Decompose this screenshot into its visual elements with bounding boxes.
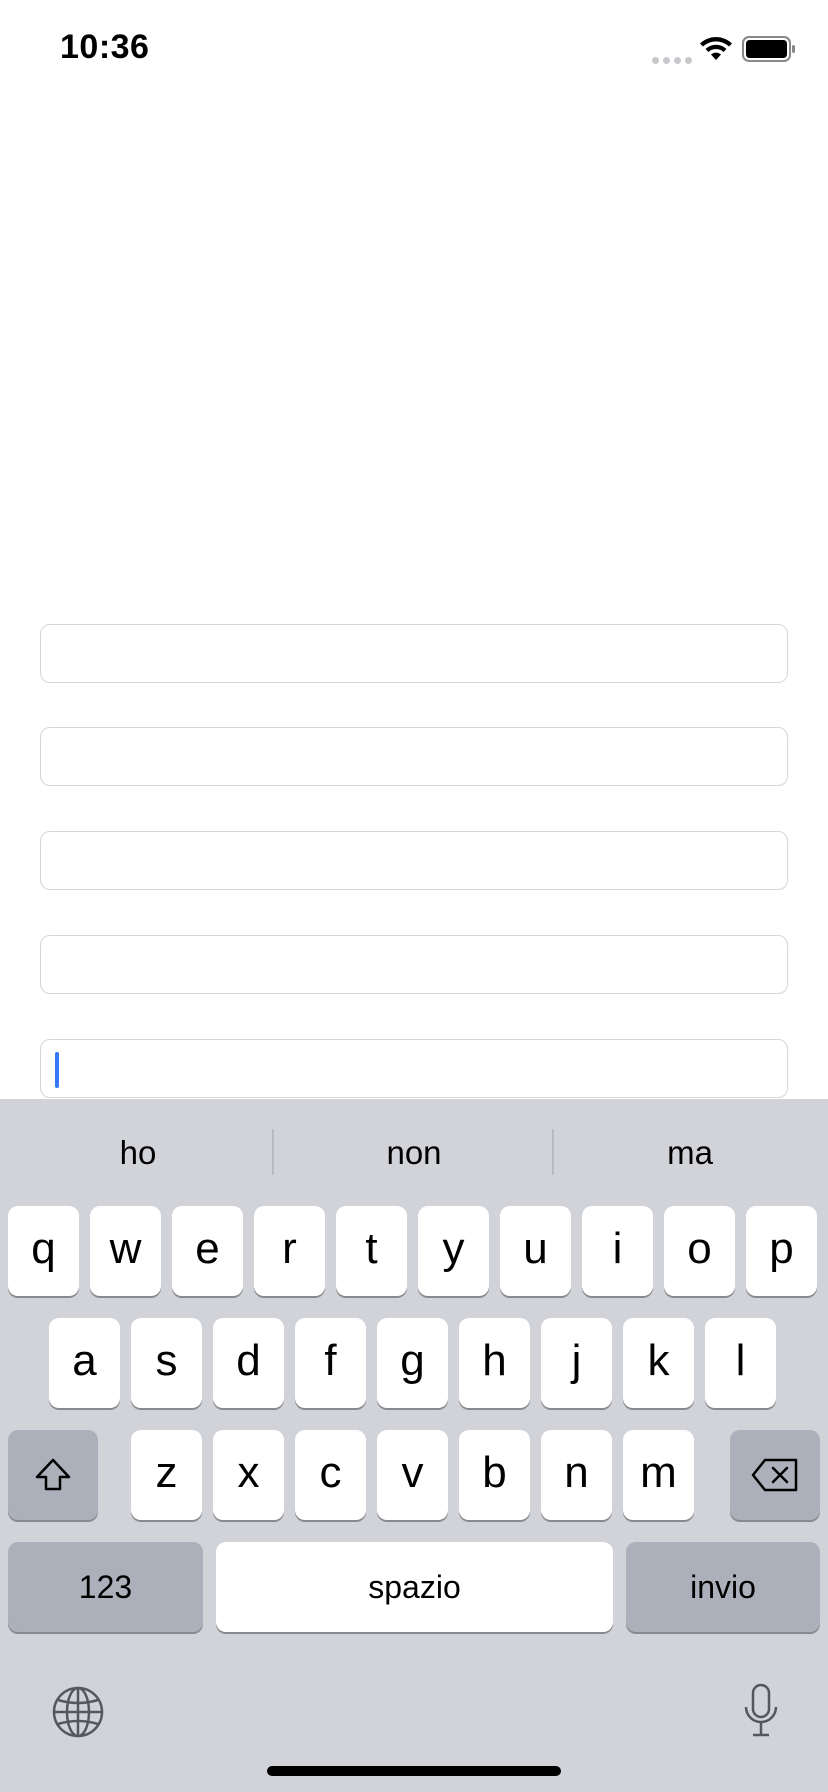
status-bar: 10:36 (0, 0, 828, 100)
key-o[interactable]: o (664, 1206, 735, 1296)
text-input-3[interactable] (41, 832, 787, 889)
key-a[interactable]: a (49, 1318, 120, 1408)
key-p[interactable]: p (746, 1206, 817, 1296)
wifi-icon (700, 37, 732, 60)
shift-key[interactable] (8, 1430, 98, 1520)
text-input-4[interactable] (41, 936, 787, 993)
key-k[interactable]: k (623, 1318, 694, 1408)
numbers-key[interactable]: 123 (8, 1542, 203, 1632)
key-v[interactable]: v (377, 1430, 448, 1520)
key-r[interactable]: r (254, 1206, 325, 1296)
suggestion-3[interactable]: ma (552, 1099, 828, 1199)
key-b[interactable]: b (459, 1430, 530, 1520)
key-d[interactable]: d (213, 1318, 284, 1408)
space-key[interactable]: spazio (216, 1542, 613, 1632)
key-s[interactable]: s (131, 1318, 202, 1408)
key-x[interactable]: x (213, 1430, 284, 1520)
suggestion-1[interactable]: ho (0, 1099, 276, 1199)
return-key[interactable]: invio (626, 1542, 820, 1632)
key-z[interactable]: z (131, 1430, 202, 1520)
text-field-3[interactable] (40, 831, 788, 890)
key-m[interactable]: m (623, 1430, 694, 1520)
key-q[interactable]: q (8, 1206, 79, 1296)
key-c[interactable]: c (295, 1430, 366, 1520)
key-h[interactable]: h (459, 1318, 530, 1408)
key-y[interactable]: y (418, 1206, 489, 1296)
key-n[interactable]: n (541, 1430, 612, 1520)
text-field-5-focused[interactable] (40, 1039, 788, 1098)
key-u[interactable]: u (500, 1206, 571, 1296)
shift-icon (35, 1458, 71, 1491)
text-input-2[interactable] (41, 728, 787, 785)
suggestion-divider (272, 1129, 274, 1175)
globe-icon[interactable] (51, 1685, 105, 1739)
suggestion-bar: ho non ma (0, 1099, 828, 1199)
key-i[interactable]: i (582, 1206, 653, 1296)
text-field-2[interactable] (40, 727, 788, 786)
delete-key[interactable] (730, 1430, 820, 1520)
battery-icon (742, 36, 795, 62)
key-w[interactable]: w (90, 1206, 161, 1296)
keyboard: ho non ma q w e r t y u i o p a s d f g … (0, 1099, 828, 1792)
key-t[interactable]: t (336, 1206, 407, 1296)
text-field-1[interactable] (40, 624, 788, 683)
key-e[interactable]: e (172, 1206, 243, 1296)
status-time: 10:36 (60, 28, 150, 66)
suggestion-2[interactable]: non (276, 1099, 552, 1199)
key-f[interactable]: f (295, 1318, 366, 1408)
microphone-icon[interactable] (741, 1683, 781, 1741)
key-j[interactable]: j (541, 1318, 612, 1408)
cellular-signal-icon (652, 51, 696, 69)
key-l[interactable]: l (705, 1318, 776, 1408)
text-caret (55, 1052, 59, 1088)
text-field-4[interactable] (40, 935, 788, 994)
home-indicator[interactable] (267, 1766, 561, 1776)
key-g[interactable]: g (377, 1318, 448, 1408)
delete-icon (751, 1458, 798, 1492)
text-input-1[interactable] (41, 625, 787, 682)
text-input-5[interactable] (41, 1040, 787, 1097)
